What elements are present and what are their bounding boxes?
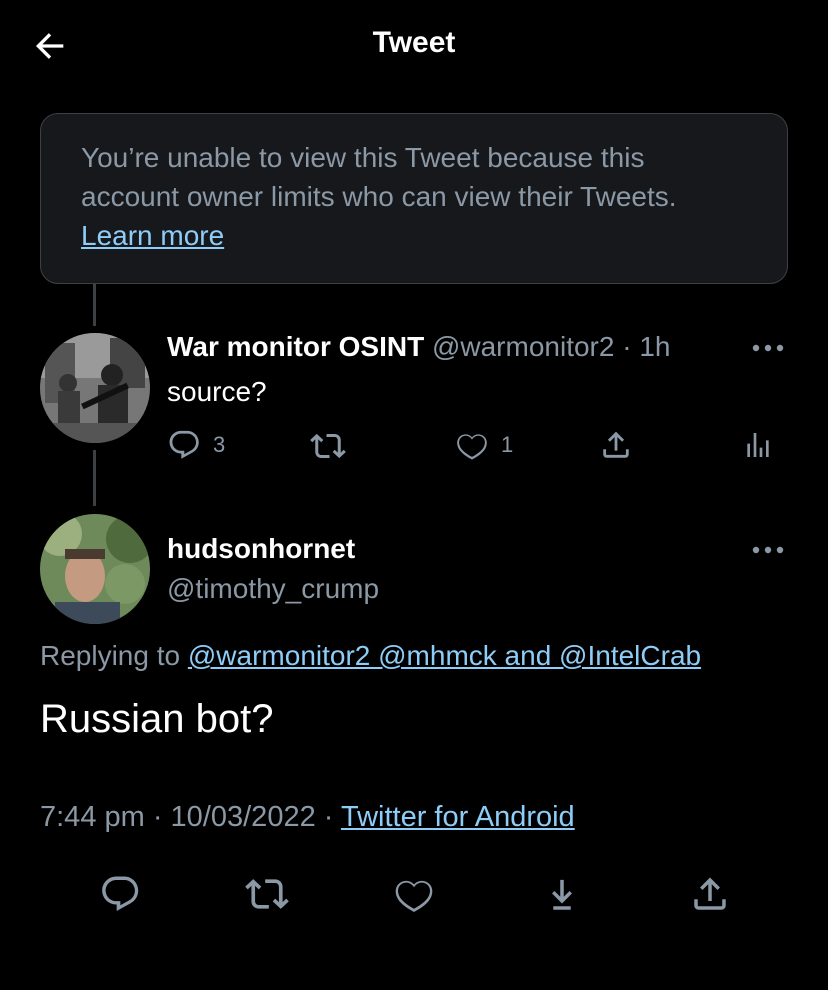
- heart-icon: [395, 880, 433, 913]
- learn-more-link[interactable]: Learn more: [81, 220, 224, 251]
- like-button[interactable]: 1: [455, 428, 513, 462]
- separator: ·: [622, 331, 632, 362]
- analytics-button[interactable]: [742, 428, 774, 462]
- author-handle[interactable]: @timothy_crump: [167, 573, 379, 605]
- thread-connector: [93, 450, 96, 506]
- like-count: 1: [501, 432, 514, 457]
- top-bar: Tweet: [0, 0, 828, 90]
- author-name[interactable]: hudsonhornet: [167, 533, 355, 565]
- tweet-text: Russian bot?: [40, 697, 274, 741]
- retweet-button[interactable]: [310, 428, 346, 464]
- like-button[interactable]: [392, 872, 436, 916]
- share-button[interactable]: [688, 872, 732, 916]
- avatar-image: [40, 514, 150, 624]
- tweet-timestamp[interactable]: 7:44 pm · 10/03/2022 ·: [40, 801, 333, 833]
- download-icon: [552, 879, 572, 910]
- author-handle: @warmonitor2: [431, 331, 615, 362]
- share-icon: [603, 431, 629, 458]
- avatar-image: [40, 333, 150, 443]
- replying-to: Replying to @warmonitor2 @mhmck and @Int…: [40, 640, 701, 672]
- more-options-button[interactable]: [748, 538, 788, 562]
- avatar[interactable]: [40, 333, 150, 443]
- more-options-button[interactable]: [748, 336, 788, 360]
- tweet-time[interactable]: 1h: [639, 331, 670, 362]
- replying-to-label: Replying to: [40, 640, 181, 671]
- restricted-tweet-notice: You’re unable to view this Tweet because…: [40, 113, 788, 284]
- analytics-icon: [747, 433, 769, 457]
- bookmark-button[interactable]: [540, 872, 584, 916]
- thread-connector: [93, 284, 96, 326]
- author-name: War monitor OSINT: [167, 331, 425, 362]
- share-button[interactable]: [599, 428, 633, 462]
- more-icon: [752, 546, 784, 554]
- more-icon: [752, 344, 784, 352]
- share-icon: [694, 877, 726, 910]
- avatar[interactable]: [40, 514, 150, 624]
- retweet-icon: [245, 879, 289, 909]
- tweet-author[interactable]: War monitor OSINT @warmonitor2 · 1h: [167, 331, 671, 363]
- heart-icon: [457, 434, 487, 460]
- tweet-text: source?: [167, 376, 267, 407]
- reply-button[interactable]: 3: [167, 428, 225, 462]
- reply-icon: [102, 876, 139, 911]
- retweet-icon: [310, 433, 346, 459]
- page-title: Tweet: [372, 26, 456, 59]
- reply-icon: [169, 430, 199, 459]
- tweet-source-link[interactable]: Twitter for Android: [341, 801, 575, 833]
- notice-text: You’re unable to view this Tweet because…: [81, 142, 677, 212]
- tweet-meta: 7:44 pm · 10/03/2022 · Twitter for Andro…: [40, 801, 575, 834]
- retweet-button[interactable]: [245, 872, 289, 916]
- reply-button[interactable]: [98, 872, 142, 916]
- reply-count: 3: [213, 432, 226, 457]
- replying-to-users-link[interactable]: @warmonitor2 @mhmck and @IntelCrab: [188, 640, 701, 671]
